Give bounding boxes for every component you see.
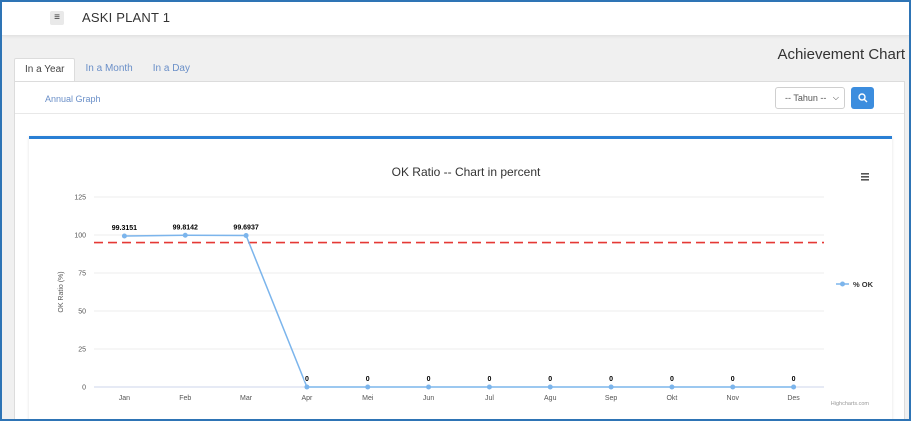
data-point[interactable]: [486, 384, 492, 390]
tab-bar: In a Year In a Month In a Day: [14, 58, 200, 82]
y-axis-label: OK Ratio (%): [58, 271, 65, 312]
data-label: 99.6937: [233, 224, 258, 231]
data-label: 99.8142: [173, 224, 198, 231]
data-point[interactable]: [669, 384, 675, 390]
series-ok: 99.3151 99.8142 99.6937 0 0 0 0 0 0 0 0 0: [111, 223, 797, 390]
x-tick-label: Agu: [544, 395, 557, 402]
x-tick-label: Mar: [240, 395, 253, 402]
year-select-value: -- Tahun --: [785, 93, 827, 103]
data-label: 0: [670, 376, 674, 383]
data-point[interactable]: [365, 384, 371, 390]
data-point[interactable]: [608, 384, 614, 390]
y-tick-label: 100: [74, 233, 86, 240]
x-tick-label: Nov: [727, 395, 740, 402]
data-point[interactable]: [426, 384, 432, 390]
x-tick-label: Jan: [119, 395, 130, 402]
year-select[interactable]: -- Tahun -- ⌵: [775, 87, 845, 109]
x-tick-label: Mei: [362, 395, 374, 402]
search-button[interactable]: [851, 87, 874, 109]
data-label: 0: [427, 376, 431, 383]
search-icon: [858, 93, 868, 103]
data-point[interactable]: [121, 233, 127, 239]
tab-in-a-day[interactable]: In a Day: [143, 58, 200, 82]
app-window: ≡ ASKI PLANT 1 Achievement Chart In a Ye…: [0, 0, 911, 421]
data-point[interactable]: [730, 384, 736, 390]
page-title: Achievement Chart: [777, 46, 905, 63]
data-point[interactable]: [791, 384, 797, 390]
y-tick-label: 125: [74, 195, 86, 202]
legend[interactable]: % OK: [836, 280, 874, 289]
panel-header: Annual Graph -- Tahun -- ⌵: [15, 82, 904, 114]
data-label: 0: [305, 376, 309, 383]
x-tick-label: Apr: [301, 395, 313, 402]
x-axis-ticks: Jan Feb Mar Apr Mei Jun Jul Agu Sep Okt Nov Des: [119, 395, 801, 402]
chart-menu-icon[interactable]: [861, 173, 869, 181]
x-tick-label: Okt: [666, 395, 677, 402]
data-point[interactable]: [547, 384, 553, 390]
chart-title: OK Ratio -- Chart in percent: [392, 165, 541, 179]
y-tick-label: 0: [82, 385, 86, 392]
top-navbar: ≡ ASKI PLANT 1: [2, 2, 909, 36]
x-tick-label: Feb: [179, 395, 191, 402]
chart-credit[interactable]: Highcharts.com: [831, 401, 870, 407]
y-tick-label: 25: [78, 347, 86, 354]
data-label: 0: [487, 376, 491, 383]
annual-graph-link[interactable]: Annual Graph: [45, 94, 101, 104]
chevron-down-icon: ⌵: [832, 93, 839, 102]
x-tick-label: Jun: [423, 395, 434, 402]
grid-lines: [94, 196, 824, 388]
data-label: 0: [792, 376, 796, 383]
y-axis-ticks: 0 25 50 75 100 125: [74, 195, 86, 392]
app-title: ASKI PLANT 1: [82, 10, 171, 25]
y-tick-label: 75: [78, 271, 86, 278]
x-tick-label: Des: [787, 395, 800, 402]
tab-in-a-year[interactable]: In a Year: [14, 58, 76, 82]
tab-in-a-month[interactable]: In a Month: [75, 58, 142, 82]
data-point[interactable]: [304, 384, 310, 390]
legend-item-ok: % OK: [853, 280, 874, 289]
data-point[interactable]: [243, 232, 249, 238]
data-label: 99.3151: [112, 225, 137, 232]
data-label: 0: [548, 376, 552, 383]
y-tick-label: 50: [78, 309, 86, 316]
ok-ratio-chart: OK Ratio -- Chart in percent OK Ratio (%…: [58, 165, 874, 407]
data-point[interactable]: [182, 232, 188, 238]
x-tick-label: Sep: [605, 395, 618, 402]
data-label: 0: [609, 376, 613, 383]
chart-card: OK Ratio -- Chart in percent OK Ratio (%…: [29, 136, 892, 419]
data-label: 0: [731, 376, 735, 383]
x-tick-label: Jul: [485, 395, 494, 402]
data-label: 0: [366, 376, 370, 383]
hamburger-icon[interactable]: ≡: [50, 11, 64, 25]
tab-panel: Annual Graph -- Tahun -- ⌵ OK Ratio -- C…: [14, 81, 905, 419]
